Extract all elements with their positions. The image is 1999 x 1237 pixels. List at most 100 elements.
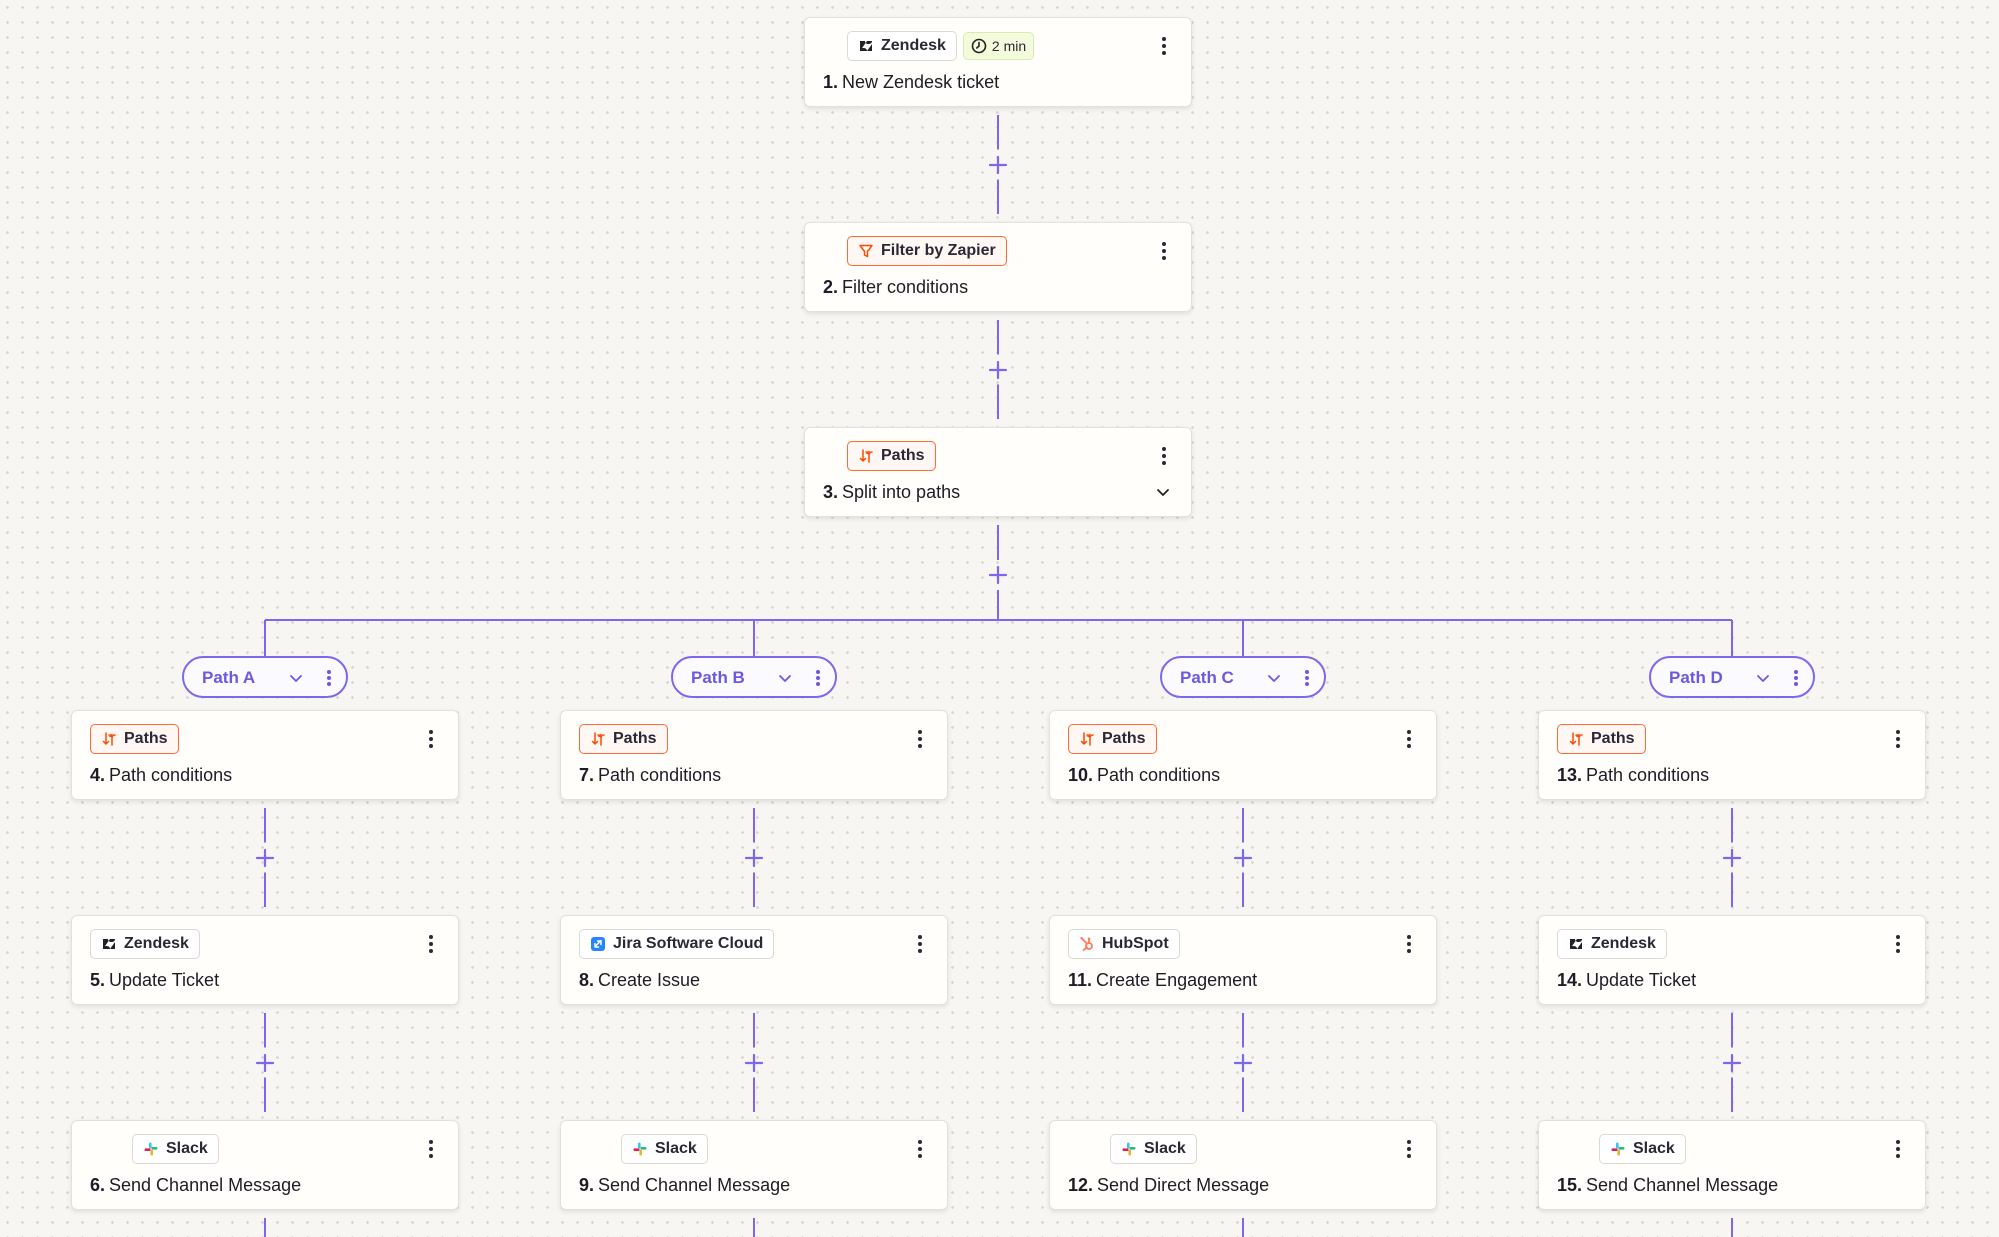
plus-icon <box>1233 1053 1253 1072</box>
step-card-8[interactable]: Jira Software Cloud 8. Create Issue <box>560 915 948 1005</box>
more-options-icon[interactable] <box>424 727 438 751</box>
step-number: 5. <box>90 970 106 990</box>
chevron-down-icon[interactable] <box>1266 670 1282 686</box>
add-step-button[interactable] <box>253 1051 277 1075</box>
add-step-button[interactable] <box>1720 846 1744 870</box>
step-title: 15. Send Channel Message <box>1557 1175 1778 1196</box>
add-step-button[interactable] <box>742 1051 766 1075</box>
more-options-icon[interactable] <box>1157 444 1171 468</box>
app-badge: Filter by Zapier <box>847 236 1007 266</box>
app-name: Slack <box>655 1140 697 1157</box>
plus-icon <box>1233 848 1253 867</box>
plus-icon <box>255 848 275 867</box>
step-card-5[interactable]: Zendesk 5. Update Ticket <box>71 915 459 1005</box>
more-options-icon[interactable] <box>1157 34 1171 58</box>
plus-icon <box>1722 848 1742 867</box>
plus-icon <box>1722 1053 1742 1072</box>
step-number: 12. <box>1068 1175 1094 1195</box>
app-name: Paths <box>881 447 925 464</box>
step-card-13[interactable]: Paths 13. Path conditions <box>1538 710 1926 800</box>
more-options-icon[interactable] <box>1302 668 1312 688</box>
step-title: 8. Create Issue <box>579 970 700 991</box>
more-options-icon[interactable] <box>324 668 334 688</box>
step-name: Path conditions <box>1586 765 1710 785</box>
step-card-12[interactable]: Slack 12. Send Direct Message <box>1049 1120 1437 1210</box>
more-options-icon[interactable] <box>1891 932 1905 956</box>
more-options-icon[interactable] <box>424 932 438 956</box>
more-options-icon[interactable] <box>913 1137 927 1161</box>
add-step-button[interactable] <box>742 846 766 870</box>
more-options-icon[interactable] <box>1402 932 1416 956</box>
step-card-6[interactable]: Slack 6. Send Channel Message <box>71 1120 459 1210</box>
app-badge: Zendesk <box>1557 929 1667 959</box>
step-number: 10. <box>1068 765 1094 785</box>
paths-icon <box>101 731 117 747</box>
path-label: Path D <box>1669 668 1723 687</box>
more-options-icon[interactable] <box>1402 1137 1416 1161</box>
step-card-7[interactable]: Paths 7. Path conditions <box>560 710 948 800</box>
step-name: Update Ticket <box>1586 970 1697 990</box>
step-name: New Zendesk ticket <box>842 72 1000 92</box>
slack-icon <box>143 1141 159 1157</box>
app-name: Zendesk <box>124 935 189 952</box>
zendesk-icon <box>1568 936 1584 952</box>
more-options-icon[interactable] <box>913 727 927 751</box>
plus-icon <box>988 360 1008 379</box>
more-options-icon[interactable] <box>1891 1137 1905 1161</box>
path-pill-path-d[interactable]: Path D <box>1649 656 1815 698</box>
more-options-icon[interactable] <box>813 668 823 688</box>
chevron-down-icon[interactable] <box>777 670 793 686</box>
add-step-button[interactable] <box>986 358 1010 382</box>
path-pill-path-c[interactable]: Path C <box>1160 656 1326 698</box>
step-card-10[interactable]: Paths 10. Path conditions <box>1049 710 1437 800</box>
step-card-9[interactable]: Slack 9. Send Channel Message <box>560 1120 948 1210</box>
more-options-icon[interactable] <box>913 932 927 956</box>
path-label: Path A <box>202 668 256 687</box>
jira-icon <box>590 936 606 952</box>
path-pill-path-a[interactable]: Path A <box>182 656 348 698</box>
app-name: Zendesk <box>881 37 946 54</box>
step-card-3[interactable]: Paths 3. Split into paths <box>804 427 1192 517</box>
path-pill-path-b[interactable]: Path B <box>671 656 837 698</box>
add-step-button[interactable] <box>1231 1051 1255 1075</box>
step-card-14[interactable]: Zendesk 14. Update Ticket <box>1538 915 1926 1005</box>
plus-icon <box>255 1053 275 1072</box>
step-card-4[interactable]: Paths 4. Path conditions <box>71 710 459 800</box>
add-step-button[interactable] <box>1231 846 1255 870</box>
app-badge: Paths <box>1557 724 1646 754</box>
step-card-15[interactable]: Slack 15. Send Channel Message <box>1538 1120 1926 1210</box>
app-badge: HubSpot <box>1068 929 1180 959</box>
more-options-icon[interactable] <box>1157 239 1171 263</box>
app-badge: Jira Software Cloud <box>579 929 775 959</box>
add-step-button[interactable] <box>986 563 1010 587</box>
app-name: Zendesk <box>1591 935 1656 952</box>
step-name: Path conditions <box>598 765 722 785</box>
chevron-down-icon[interactable] <box>288 670 304 686</box>
add-step-button[interactable] <box>1720 1051 1744 1075</box>
add-step-button[interactable] <box>253 846 277 870</box>
zendesk-icon <box>858 38 874 54</box>
app-badge: Paths <box>90 724 179 754</box>
chevron-down-icon[interactable] <box>1755 670 1771 686</box>
chevron-down-icon[interactable] <box>1155 484 1171 500</box>
step-name: Create Engagement <box>1096 970 1258 990</box>
app-badge: Slack <box>1110 1134 1197 1164</box>
app-badge: Paths <box>847 441 936 471</box>
step-number: 9. <box>579 1175 595 1195</box>
step-card-1[interactable]: Zendesk 2 min 1. New Zendesk ticket <box>804 17 1192 107</box>
step-title: 4. Path conditions <box>90 765 232 786</box>
step-name: Filter conditions <box>842 277 969 297</box>
step-name: Send Channel Message <box>1586 1175 1779 1195</box>
step-card-11[interactable]: HubSpot 11. Create Engagement <box>1049 915 1437 1005</box>
more-options-icon[interactable] <box>424 1137 438 1161</box>
step-card-2[interactable]: Filter by Zapier 2. Filter conditions <box>804 222 1192 312</box>
step-title: 11. Create Engagement <box>1068 970 1257 991</box>
app-name: Paths <box>1102 730 1146 747</box>
more-options-icon[interactable] <box>1402 727 1416 751</box>
more-options-icon[interactable] <box>1791 668 1801 688</box>
step-number: 11. <box>1068 970 1093 990</box>
add-step-button[interactable] <box>986 153 1010 177</box>
more-options-icon[interactable] <box>1891 727 1905 751</box>
app-badge: Slack <box>621 1134 708 1164</box>
app-name: Paths <box>1591 730 1635 747</box>
